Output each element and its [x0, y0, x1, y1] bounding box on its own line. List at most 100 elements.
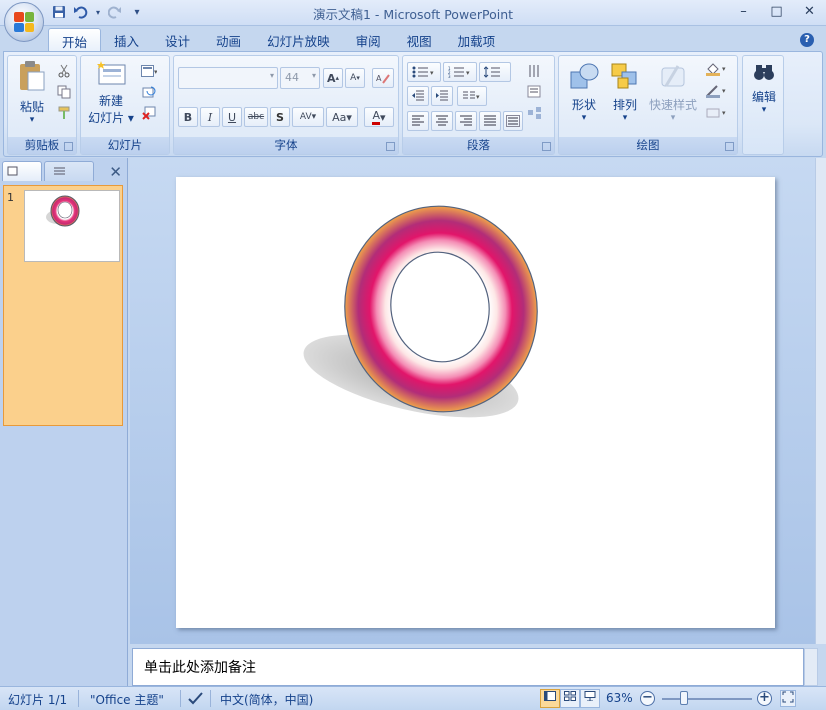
copy-icon[interactable]	[54, 83, 74, 101]
window-title: 演示文稿1 - Microsoft PowerPoint	[312, 7, 514, 22]
drawing-launcher-icon[interactable]	[725, 142, 734, 151]
normal-view-button[interactable]	[540, 689, 560, 708]
tab-review[interactable]: 审阅	[343, 28, 394, 51]
tab-view[interactable]: 视图	[394, 28, 445, 51]
italic-button[interactable]: I	[200, 107, 220, 127]
slide-thumbnail	[24, 190, 120, 262]
notes-pane[interactable]: 单击此处添加备注	[132, 648, 804, 686]
distributed-icon	[506, 115, 520, 127]
line-spacing-button[interactable]	[479, 62, 511, 82]
zoom-in-button[interactable]: +	[757, 691, 772, 706]
smartart-icon[interactable]	[525, 104, 545, 122]
maximize-button[interactable]: □	[760, 0, 793, 22]
underline-button[interactable]: U	[222, 107, 242, 127]
align-right-button[interactable]	[455, 111, 477, 131]
paste-button[interactable]: 粘贴 ▾	[14, 60, 50, 125]
tab-insert[interactable]: 插入	[101, 28, 152, 51]
columns-button[interactable]: ▾	[457, 86, 487, 106]
char-spacing-button[interactable]: AV ▾	[292, 107, 324, 127]
font-size-combo[interactable]: 44 ▾	[280, 67, 320, 89]
slide-canvas[interactable]	[176, 177, 775, 628]
increase-indent-button[interactable]	[431, 86, 453, 106]
svg-text:▾: ▾	[722, 109, 726, 117]
zoom-level[interactable]: 63%	[606, 691, 633, 705]
slide-sorter-icon	[564, 691, 576, 701]
slideshow-view-button[interactable]	[580, 689, 600, 708]
layout-icon[interactable]: ▾	[139, 62, 159, 80]
new-slide-button[interactable]: 新建 幻灯片 ▾	[85, 60, 137, 126]
bullets-button[interactable]: ▾	[407, 62, 441, 82]
spell-check-icon[interactable]	[187, 691, 205, 708]
zoom-slider-track[interactable]	[662, 698, 752, 700]
tab-outline-view[interactable]	[44, 161, 94, 181]
quick-styles-button[interactable]: 快速样式 ▾	[647, 62, 699, 123]
group-editing: 编辑 ▾	[742, 55, 784, 155]
reset-slide-icon[interactable]	[139, 83, 159, 101]
slides-view-icon	[7, 166, 18, 176]
fit-to-window-button[interactable]	[780, 690, 796, 707]
decrease-indent-button[interactable]	[407, 86, 429, 106]
close-button[interactable]: ✕	[793, 0, 826, 22]
tab-home[interactable]: 开始	[48, 28, 102, 51]
distributed-button[interactable]	[503, 111, 523, 131]
language-indicator[interactable]: 中文(简体，中国)	[220, 691, 313, 708]
quick-styles-icon	[661, 65, 685, 87]
office-button[interactable]	[4, 2, 44, 42]
numbering-button[interactable]: 1 2 3 ▾	[443, 62, 477, 82]
minimize-button[interactable]: –	[727, 0, 760, 22]
justify-button[interactable]	[479, 111, 501, 131]
grow-font-button[interactable]: A ▴	[323, 68, 343, 88]
editing-button[interactable]: 编辑 ▾	[745, 62, 783, 115]
theme-name[interactable]: "Office 主题"	[90, 691, 164, 708]
align-left-icon	[412, 115, 424, 126]
clipboard-launcher-icon[interactable]	[64, 142, 73, 151]
slide-sorter-view-button[interactable]	[560, 689, 580, 708]
align-center-button[interactable]	[431, 111, 453, 131]
notes-scrollbar[interactable]	[804, 648, 818, 686]
align-text-icon[interactable]	[525, 83, 545, 101]
text-direction-icon[interactable]	[525, 62, 545, 80]
font-launcher-icon[interactable]	[386, 142, 395, 151]
cut-icon[interactable]	[54, 62, 74, 80]
tab-addins[interactable]: 加载项	[445, 28, 509, 51]
zoom-out-button[interactable]: −	[640, 691, 655, 706]
align-left-button[interactable]	[407, 111, 429, 131]
group-label-drawing: 绘图	[559, 137, 737, 154]
svg-text:▾: ▾	[466, 69, 470, 77]
tab-design[interactable]: 设计	[152, 28, 203, 51]
tab-slideshow[interactable]: 幻灯片放映	[254, 28, 343, 51]
shapes-button[interactable]: 形状 ▾	[563, 62, 605, 123]
svg-text:A: A	[376, 74, 382, 83]
text-shadow-button[interactable]: S	[270, 107, 290, 127]
close-panel-icon[interactable]: ✕	[109, 163, 122, 181]
align-right-icon	[460, 115, 472, 126]
columns-icon: ▾	[463, 91, 480, 101]
panel-tabs: ✕	[2, 161, 126, 181]
donut-shape[interactable]	[176, 177, 775, 628]
vertical-scrollbar[interactable]	[815, 158, 826, 644]
delete-slide-icon[interactable]	[139, 104, 159, 122]
paragraph-launcher-icon[interactable]	[542, 142, 551, 151]
strikethrough-button[interactable]: abc	[244, 107, 268, 127]
slides-panel: ✕ 1	[0, 158, 128, 686]
font-color-button[interactable]: A ▾	[364, 107, 394, 127]
zoom-slider-thumb[interactable]	[680, 691, 688, 705]
clear-format-button[interactable]: A	[372, 68, 394, 88]
svg-text:3: 3	[448, 74, 451, 78]
arrange-button[interactable]: 排列 ▾	[605, 62, 645, 123]
help-icon[interactable]: ?	[800, 33, 814, 47]
tab-animations[interactable]: 动画	[203, 28, 254, 51]
format-painter-icon[interactable]	[54, 104, 74, 122]
tab-slides-view[interactable]	[2, 161, 42, 181]
shape-outline-icon[interactable]: ▾	[703, 82, 731, 100]
shape-effects-icon[interactable]: ▾	[703, 104, 731, 122]
font-name-combo[interactable]: ▾	[178, 67, 278, 89]
status-bar: 幻灯片 1/1 "Office 主题" 中文(简体，中国) 63% − +	[0, 686, 826, 710]
change-case-button[interactable]: Aa ▾	[326, 107, 358, 127]
bold-button[interactable]: B	[178, 107, 198, 127]
shape-fill-icon[interactable]: ▾	[703, 60, 731, 78]
group-slides: 新建 幻灯片 ▾ ▾ 幻灯片	[80, 55, 170, 155]
shrink-font-button[interactable]: A ▾	[345, 68, 365, 88]
window-controls: – □ ✕	[727, 0, 826, 22]
slide-thumbnail-selected[interactable]: 1	[3, 185, 123, 426]
